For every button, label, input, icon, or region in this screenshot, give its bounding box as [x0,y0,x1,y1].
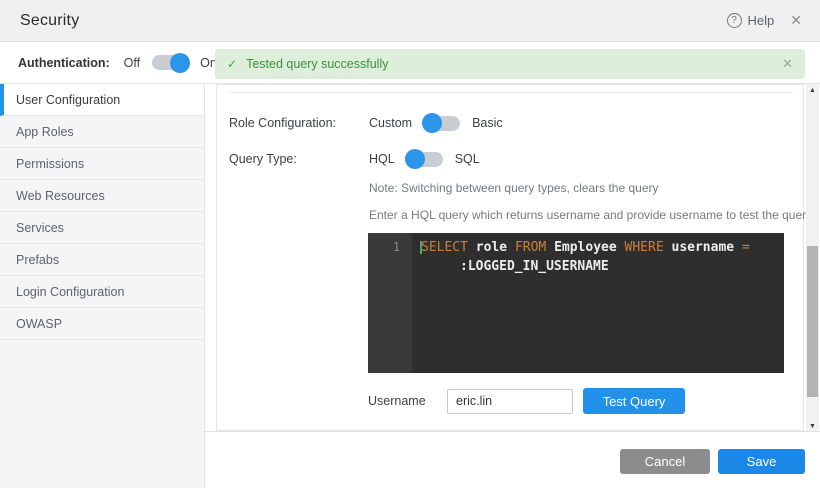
role-basic-label: Basic [472,116,503,130]
code-editor-lines: 1SELECT role FROM Employee WHERE usernam… [368,233,784,276]
query-type-note: Note: Switching between query types, cle… [369,181,659,195]
sidebar-item-owasp[interactable]: OWASP [0,308,204,340]
toggle-knob [405,149,425,169]
success-banner: ✓ Tested query successfully ✕ [215,49,805,79]
save-button[interactable]: Save [718,449,805,474]
vertical-scrollbar[interactable]: ▲ ▼ [806,84,819,433]
username-label: Username [368,394,447,408]
user-configuration-panel: Role Configuration: Custom Basic Query T… [216,84,804,431]
role-configuration-toggle[interactable] [424,116,460,131]
code-line: :LOGGED_IN_USERNAME [368,257,784,276]
line-number: 1 [368,238,412,257]
sidebar: User Configuration App Roles Permissions… [0,84,205,488]
query-type-label: Query Type: [229,152,369,166]
close-icon[interactable]: ✕ [790,12,802,29]
cancel-button[interactable]: Cancel [620,449,710,474]
titlebar-actions: ? Help ✕ [727,12,802,29]
query-type-row: Query Type: HQL SQL [229,149,480,169]
code-line: 1SELECT role FROM Employee WHERE usernam… [368,238,784,257]
title-bar: Security ? Help ✕ [0,0,820,42]
help-label: Help [748,13,775,28]
banner-dismiss-icon[interactable]: ✕ [782,56,793,72]
query-hql-label: HQL [369,152,395,166]
sidebar-item-services[interactable]: Services [0,212,204,244]
scroll-down-icon[interactable]: ▼ [806,423,819,430]
page-title: Security [20,12,79,30]
banner-message: Tested query successfully [246,57,388,71]
authentication-toggle[interactable] [152,55,188,70]
authentication-off-label: Off [124,56,140,70]
code-text: SELECT role FROM Employee WHERE username… [412,238,750,257]
authentication-label: Authentication: [18,56,110,70]
sidebar-item-permissions[interactable]: Permissions [0,148,204,180]
sidebar-item-web-resources[interactable]: Web Resources [0,180,204,212]
security-dialog: Security ? Help ✕ Authentication: Off On… [0,0,820,488]
dialog-footer: Cancel Save [205,431,820,488]
line-number [368,257,412,276]
sidebar-item-prefabs[interactable]: Prefabs [0,244,204,276]
scrollbar-thumb[interactable] [807,246,818,397]
panel-divider [229,92,793,93]
sidebar-item-user-configuration[interactable]: User Configuration [0,84,204,116]
role-configuration-label: Role Configuration: [229,116,369,130]
code-editor[interactable]: 1SELECT role FROM Employee WHERE usernam… [368,233,784,373]
test-query-button[interactable]: Test Query [583,388,685,414]
sidebar-item-app-roles[interactable]: App Roles [0,116,204,148]
scroll-up-icon[interactable]: ▲ [806,87,819,94]
query-type-toggle[interactable] [407,152,443,167]
query-sql-label: SQL [455,152,480,166]
toggle-knob [170,53,190,73]
role-configuration-row: Role Configuration: Custom Basic [229,113,503,133]
code-text: :LOGGED_IN_USERNAME [412,257,609,276]
toggle-knob [422,113,442,133]
help-icon: ? [727,13,742,28]
username-input[interactable] [447,389,573,414]
query-hint: Enter a HQL query which returns username… [369,208,812,222]
check-icon: ✓ [227,57,237,71]
role-custom-label: Custom [369,116,412,130]
username-row: Username Test Query [368,388,685,414]
help-button[interactable]: ? Help [727,13,775,28]
sidebar-item-login-configuration[interactable]: Login Configuration [0,276,204,308]
